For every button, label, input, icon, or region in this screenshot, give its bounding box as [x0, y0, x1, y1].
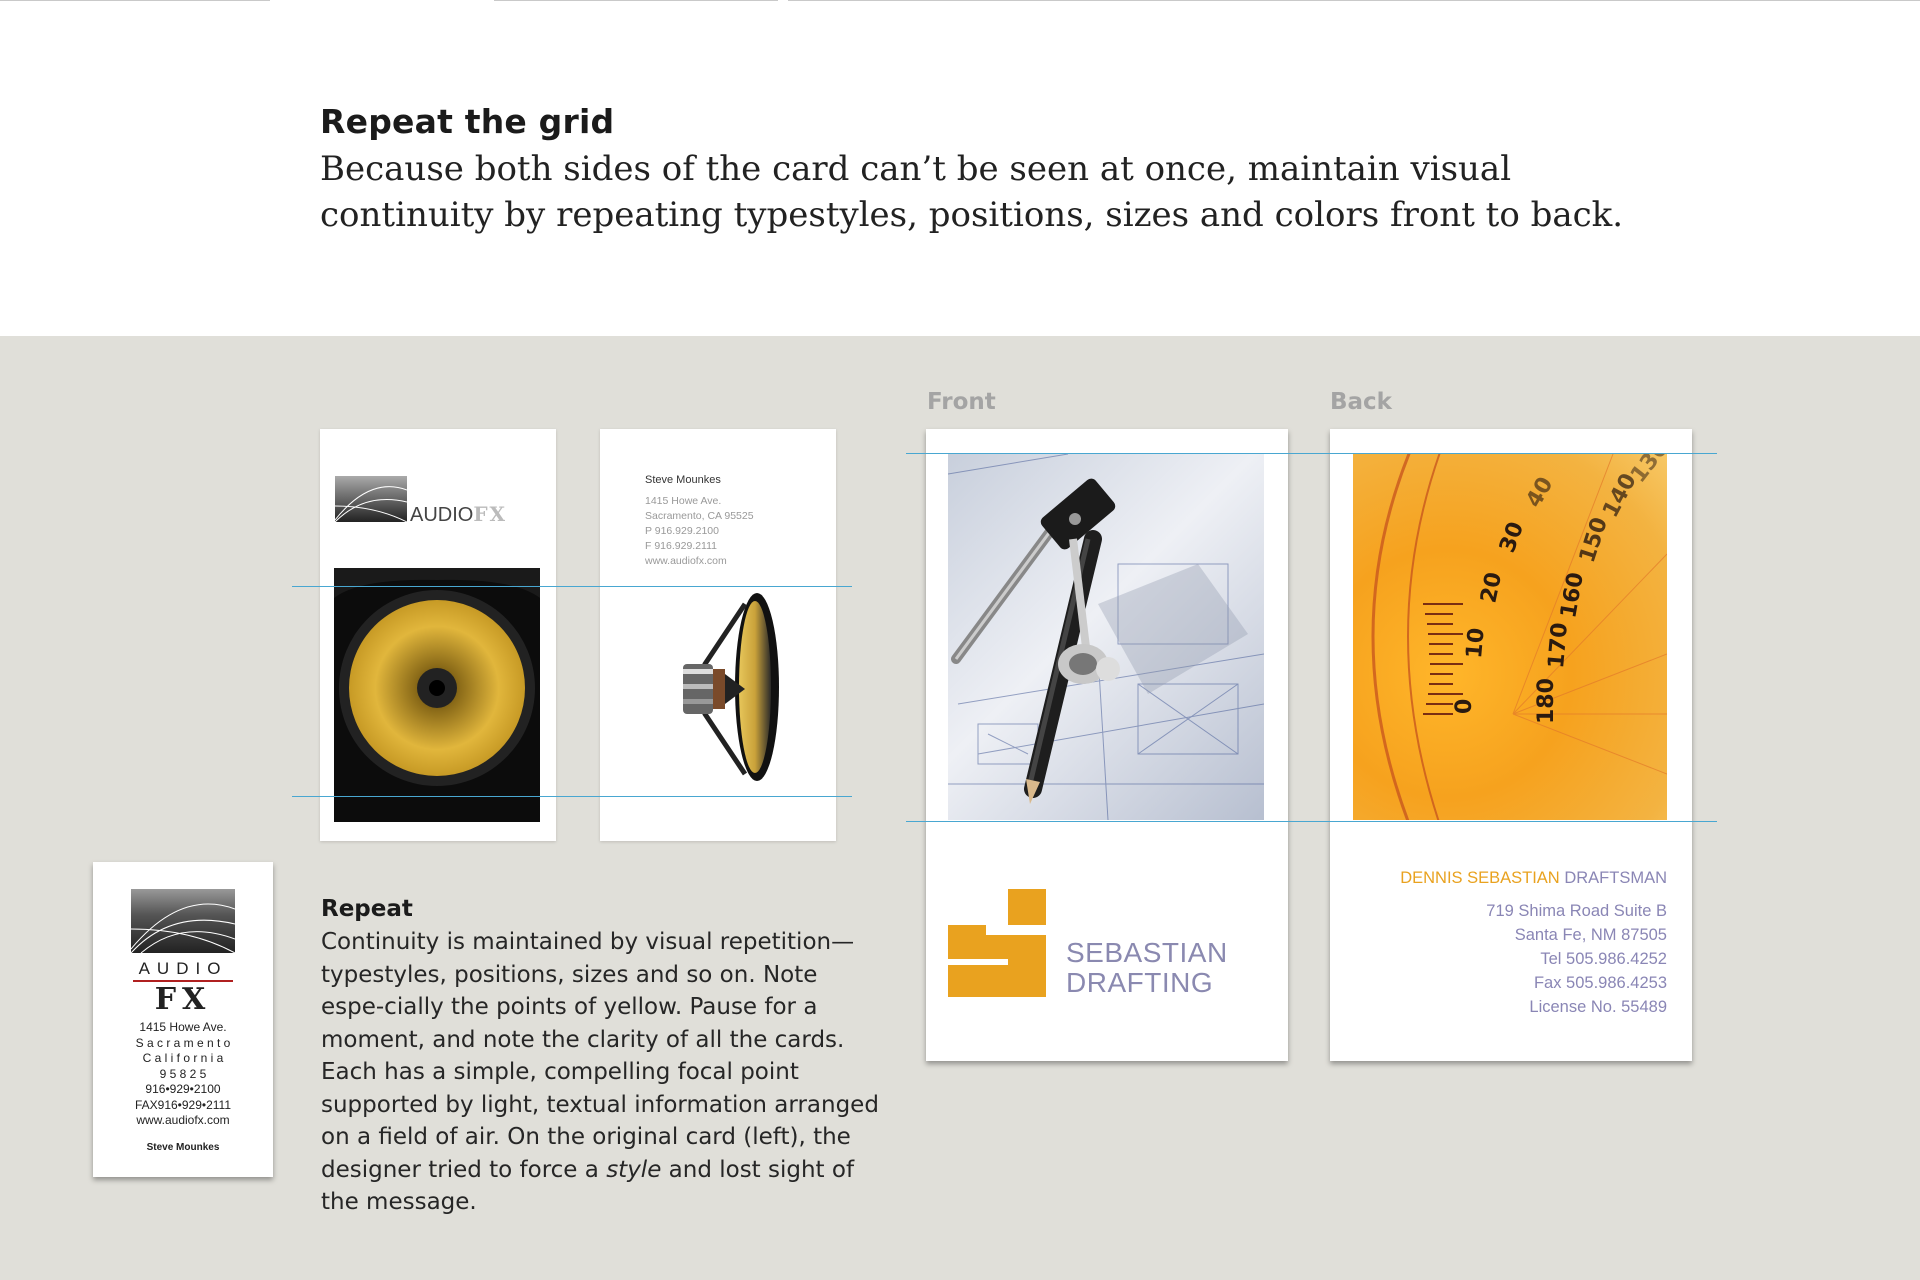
- address-line: Santa Fe, NM 87505: [1514, 926, 1667, 944]
- grid-guide-line: [906, 453, 1717, 454]
- audiofx-back-name: Steve Mounkes: [645, 474, 721, 486]
- sebastian-back-address: 719 Shima Road Suite B Santa Fe, NM 8750…: [1486, 899, 1667, 1019]
- audiofx-old-name: Steve Mounkes: [146, 1142, 220, 1153]
- audiofx-wordmark: AUDIOFX: [410, 502, 507, 527]
- protractor-number: 10: [1462, 627, 1490, 660]
- wordmark-fx: FX: [473, 502, 508, 526]
- address-line: S a c r a m e n t o: [135, 1035, 231, 1050]
- audiofx-wordmark-audio: AUDIO: [138, 959, 228, 978]
- protractor-number: 150: [1575, 514, 1613, 565]
- address-line: F 916.929.2111: [645, 540, 718, 552]
- audiofx-back-address: 1415 Howe Ave. Sacramento, CA 95525 P 91…: [645, 494, 754, 569]
- protractor-number: 40: [1522, 473, 1559, 512]
- repeat-body-text: Continuity is maintained by visual repet…: [321, 929, 879, 1183]
- protractor-number: 20: [1476, 570, 1507, 605]
- address-line: Fax 505.986.4253: [1533, 974, 1667, 992]
- address-line: Sacramento, CA 95525: [645, 510, 754, 522]
- speaker-side-photo: [665, 584, 785, 794]
- audiofx-front-card: AUDIOFX: [320, 429, 556, 841]
- sebastian-front-card: SEBASTIAN DRAFTING: [926, 429, 1288, 1061]
- protractor-number: 30: [1495, 519, 1529, 556]
- address-line: FAX916•929•2111: [134, 1097, 232, 1112]
- address-line: www.audiofx.com: [645, 555, 727, 567]
- wordmark-line: SEBASTIAN: [1066, 937, 1228, 968]
- repeat-body: Continuity is maintained by visual repet…: [321, 926, 881, 1219]
- audiofx-back-card: Steve Mounkes 1415 Howe Ave. Sacramento,…: [600, 429, 836, 841]
- compass-drafting-photo: [948, 454, 1264, 820]
- protractor-number: 160: [1556, 570, 1589, 620]
- sebastian-wordmark: SEBASTIAN DRAFTING: [1066, 938, 1228, 998]
- name-highlight: DENNIS SEBASTIAN: [1400, 869, 1560, 887]
- name-title: DRAFTSMAN: [1564, 869, 1667, 887]
- audiofx-wordmark-fx: FX: [154, 982, 212, 1017]
- grid-guide-line: [292, 586, 852, 587]
- wordmark-line: DRAFTING: [1066, 967, 1214, 998]
- sebastian-s-logo-icon: [948, 889, 1046, 997]
- front-label: Front: [927, 389, 996, 415]
- protractor-number: 180: [1534, 678, 1559, 724]
- address-line: Tel 505.986.4252: [1540, 950, 1667, 968]
- address-line: 916•929•2100: [145, 1082, 221, 1096]
- sebastian-back-card: 0 10 20 30 40 180 170 160 150 140 130 DE…: [1330, 429, 1692, 1061]
- address-line: 9 5 8 2 5: [159, 1066, 207, 1081]
- address-line: 719 Shima Road Suite B: [1486, 902, 1667, 920]
- sebastian-back-name: DENNIS SEBASTIAN DRAFTSMAN: [1400, 869, 1667, 888]
- audiofx-logo-mark: [131, 889, 235, 953]
- back-label: Back: [1330, 389, 1392, 415]
- address-line: 1415 Howe Ave.: [139, 1020, 227, 1034]
- top-rule: [0, 0, 1920, 2]
- protractor-number: 0: [1452, 699, 1477, 714]
- grid-guide-line: [906, 821, 1717, 822]
- address-line: P 916.929.2100: [645, 525, 719, 537]
- original-audiofx-card: AUDIO FX 1415 Howe Ave. S a c r a m e n …: [93, 862, 273, 1177]
- page-heading: Repeat the grid: [320, 102, 615, 141]
- speaker-front-photo: [334, 568, 540, 822]
- address-line: C a l i f o r n i a: [142, 1051, 224, 1065]
- protractor-photo: 0 10 20 30 40 180 170 160 150 140 130: [1353, 454, 1667, 820]
- repeat-body-italic: style: [606, 1156, 662, 1183]
- wordmark-audio: AUDIO: [410, 504, 474, 526]
- address-line: License No. 55489: [1529, 998, 1667, 1016]
- address-line: www.audiofx.com: [136, 1113, 230, 1127]
- page-intro: Because both sides of the card can’t be …: [320, 149, 1624, 235]
- grid-guide-line: [292, 796, 852, 797]
- audiofx-old-address: 1415 Howe Ave. S a c r a m e n t o C a l…: [93, 1020, 273, 1129]
- repeat-heading: Repeat: [321, 896, 413, 922]
- protractor-number: 170: [1544, 622, 1573, 670]
- address-line: 1415 Howe Ave.: [645, 495, 722, 507]
- audiofx-logo-mark: [335, 476, 407, 522]
